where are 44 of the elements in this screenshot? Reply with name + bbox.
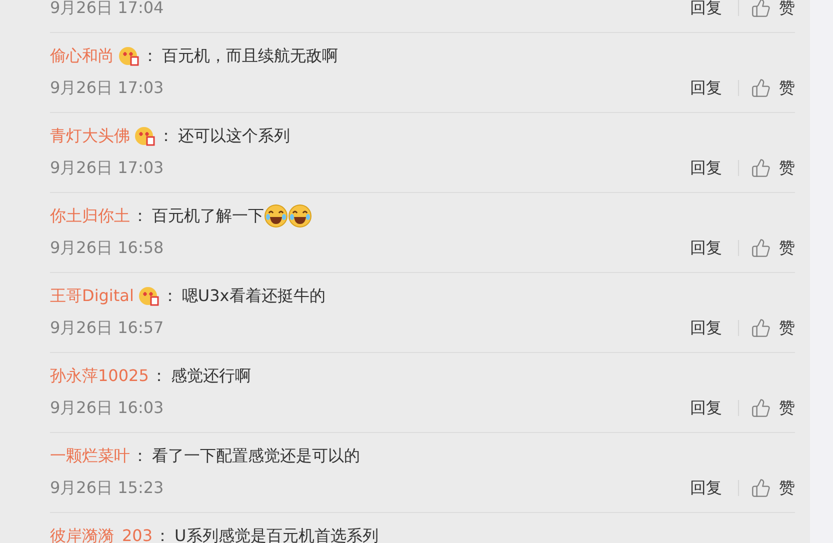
comment-text: 感觉还行啊 <box>170 366 251 386</box>
comment-date: 9月26日 16:57 <box>50 318 164 338</box>
colon: ： <box>154 526 171 543</box>
colon: ： <box>142 46 158 66</box>
colon: ： <box>132 206 148 226</box>
comment-date: 9月26日 17:04 <box>50 0 164 18</box>
comment-date: 9月26日 16:03 <box>50 398 164 418</box>
like-button[interactable]: 赞 <box>779 398 795 418</box>
like-button[interactable]: 赞 <box>779 318 795 338</box>
reply-button[interactable]: 回复 <box>690 238 722 258</box>
thumbs-up-icon[interactable] <box>751 78 771 98</box>
thumbs-up-icon[interactable] <box>751 0 771 18</box>
comment-date: 9月26日 17:03 <box>50 158 164 178</box>
reply-button[interactable]: 回复 <box>690 398 722 418</box>
comment-text: 嗯U3x看着还挺牛的 <box>182 286 326 306</box>
comment-text: 百元机了解一下 <box>152 206 264 226</box>
reply-button[interactable]: 回复 <box>690 78 722 98</box>
comment-text: U系列感觉是百元机首选系列 <box>174 526 378 543</box>
comment-text: 百元机，而且续航无敌啊 <box>162 46 338 66</box>
thumbs-up-icon[interactable] <box>751 238 771 258</box>
reply-button[interactable]: 回复 <box>690 158 722 178</box>
colon: ： <box>132 446 148 466</box>
colon: ： <box>158 126 174 146</box>
like-button[interactable]: 赞 <box>779 78 795 98</box>
thumbs-up-icon[interactable] <box>751 318 771 338</box>
colon: ： <box>162 286 178 306</box>
laughing-emoji-icon <box>264 204 288 228</box>
thumbs-up-icon[interactable] <box>751 478 771 498</box>
like-button[interactable]: 赞 <box>779 158 795 178</box>
comment-text: 看了一下配置感觉还是可以的 <box>152 446 360 466</box>
reply-button[interactable]: 回复 <box>690 318 722 338</box>
like-button[interactable]: 赞 <box>779 478 795 498</box>
comment-date: 9月26日 17:03 <box>50 78 164 98</box>
reply-button[interactable]: 回复 <box>690 478 722 498</box>
comment-text: 还可以这个系列 <box>178 126 290 146</box>
thumbs-up-icon[interactable] <box>751 398 771 418</box>
laughing-emoji-icon <box>288 204 312 228</box>
comment-date: 9月26日 15:23 <box>50 478 164 498</box>
comment-date: 9月26日 16:58 <box>50 238 164 258</box>
thumbs-up-icon[interactable] <box>751 158 771 178</box>
like-button[interactable]: 赞 <box>779 238 795 258</box>
reply-button[interactable]: 回复 <box>690 0 722 18</box>
colon: ： <box>150 366 167 386</box>
like-button[interactable]: 赞 <box>779 0 795 18</box>
